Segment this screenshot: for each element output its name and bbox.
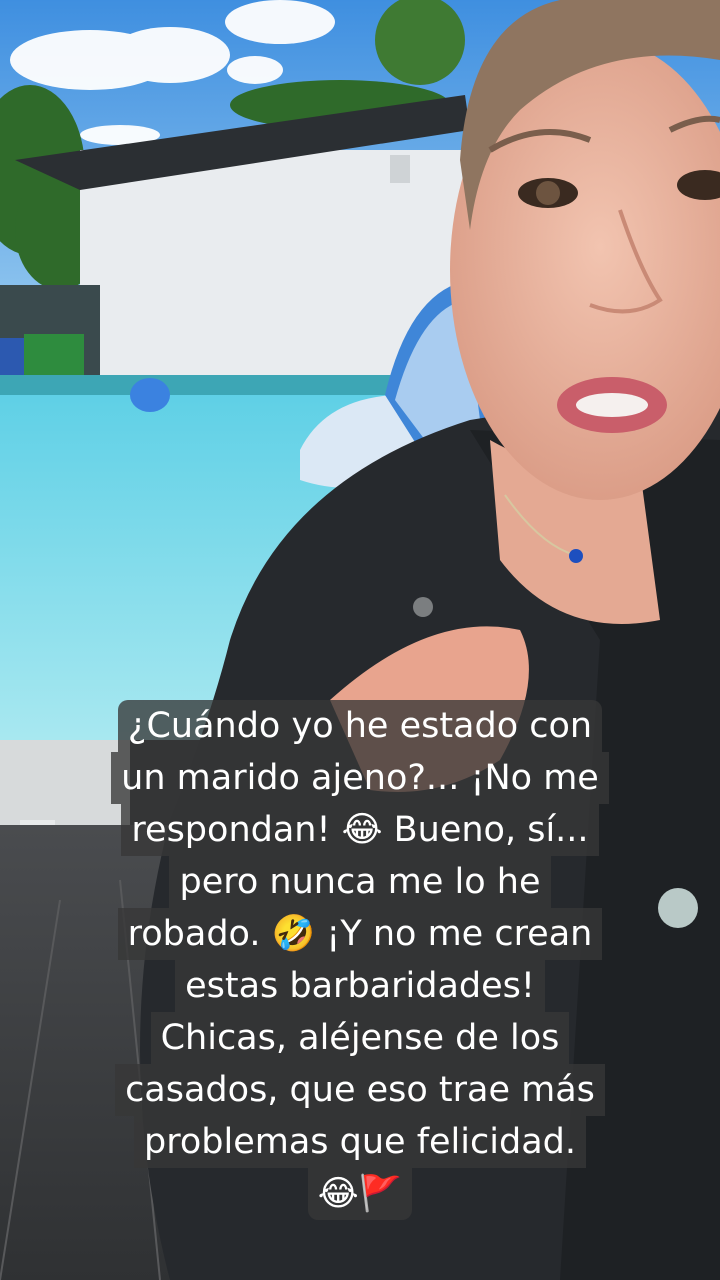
caption-line: ¿Cuándo yo he estado con bbox=[117, 700, 603, 752]
caption-line: casados, que eso trae más bbox=[115, 1064, 605, 1116]
caption-line: pero nunca me lo he bbox=[169, 856, 551, 908]
caption-line: estas barbaridades! bbox=[175, 960, 545, 1012]
speaker bbox=[390, 155, 410, 183]
bin-green bbox=[24, 334, 84, 378]
bin-blue bbox=[0, 338, 26, 378]
caption-line: respondan! 😂 Bueno, sí... bbox=[121, 804, 599, 856]
caption-line: problemas que felicidad. bbox=[134, 1116, 586, 1168]
caption-line: robado. 🤣 ¡Y no me crean bbox=[117, 908, 603, 960]
necklace-charm bbox=[569, 549, 583, 563]
caption-emoji-line: 😂🚩 bbox=[307, 1168, 413, 1220]
caption-line: un marido ajeno?... ¡No me bbox=[111, 752, 609, 804]
caption-line: Chicas, aléjense de los bbox=[150, 1012, 570, 1064]
video-frame: ¿Cuándo yo he estado con un marido ajeno… bbox=[0, 0, 720, 1280]
caption-overlay: ¿Cuándo yo he estado con un marido ajeno… bbox=[0, 700, 720, 1220]
pool-toy bbox=[130, 378, 170, 412]
jacket-button bbox=[413, 597, 433, 617]
